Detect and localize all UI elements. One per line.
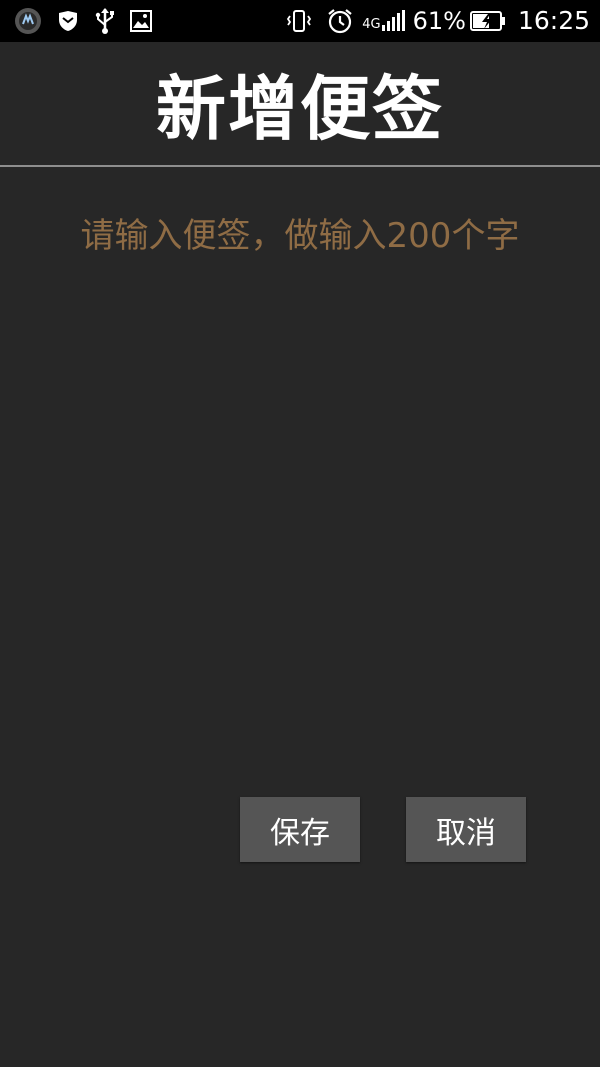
usb-icon	[94, 6, 116, 36]
note-input[interactable]	[40, 200, 560, 770]
save-button[interactable]: 保存	[240, 797, 360, 862]
battery-charging-icon	[469, 6, 506, 36]
clock: 16:25	[517, 6, 590, 35]
notification-icons	[14, 6, 152, 36]
battery-percent: 61%	[412, 7, 466, 35]
signal-icon	[381, 6, 407, 36]
status-bar: 4G 61% 16:25	[0, 0, 600, 42]
page-title: 新增便签	[156, 68, 444, 150]
app-logo-icon	[14, 6, 42, 36]
vibrate-icon	[286, 6, 312, 36]
system-indicators: 4G 61% 16:25	[286, 6, 590, 36]
alarm-icon	[326, 6, 354, 36]
shield-icon	[56, 6, 80, 36]
image-icon	[130, 6, 152, 36]
cancel-button[interactable]: 取消	[406, 797, 526, 862]
network-type-label: 4G	[362, 16, 381, 32]
title-bar: 新增便签	[0, 42, 600, 167]
